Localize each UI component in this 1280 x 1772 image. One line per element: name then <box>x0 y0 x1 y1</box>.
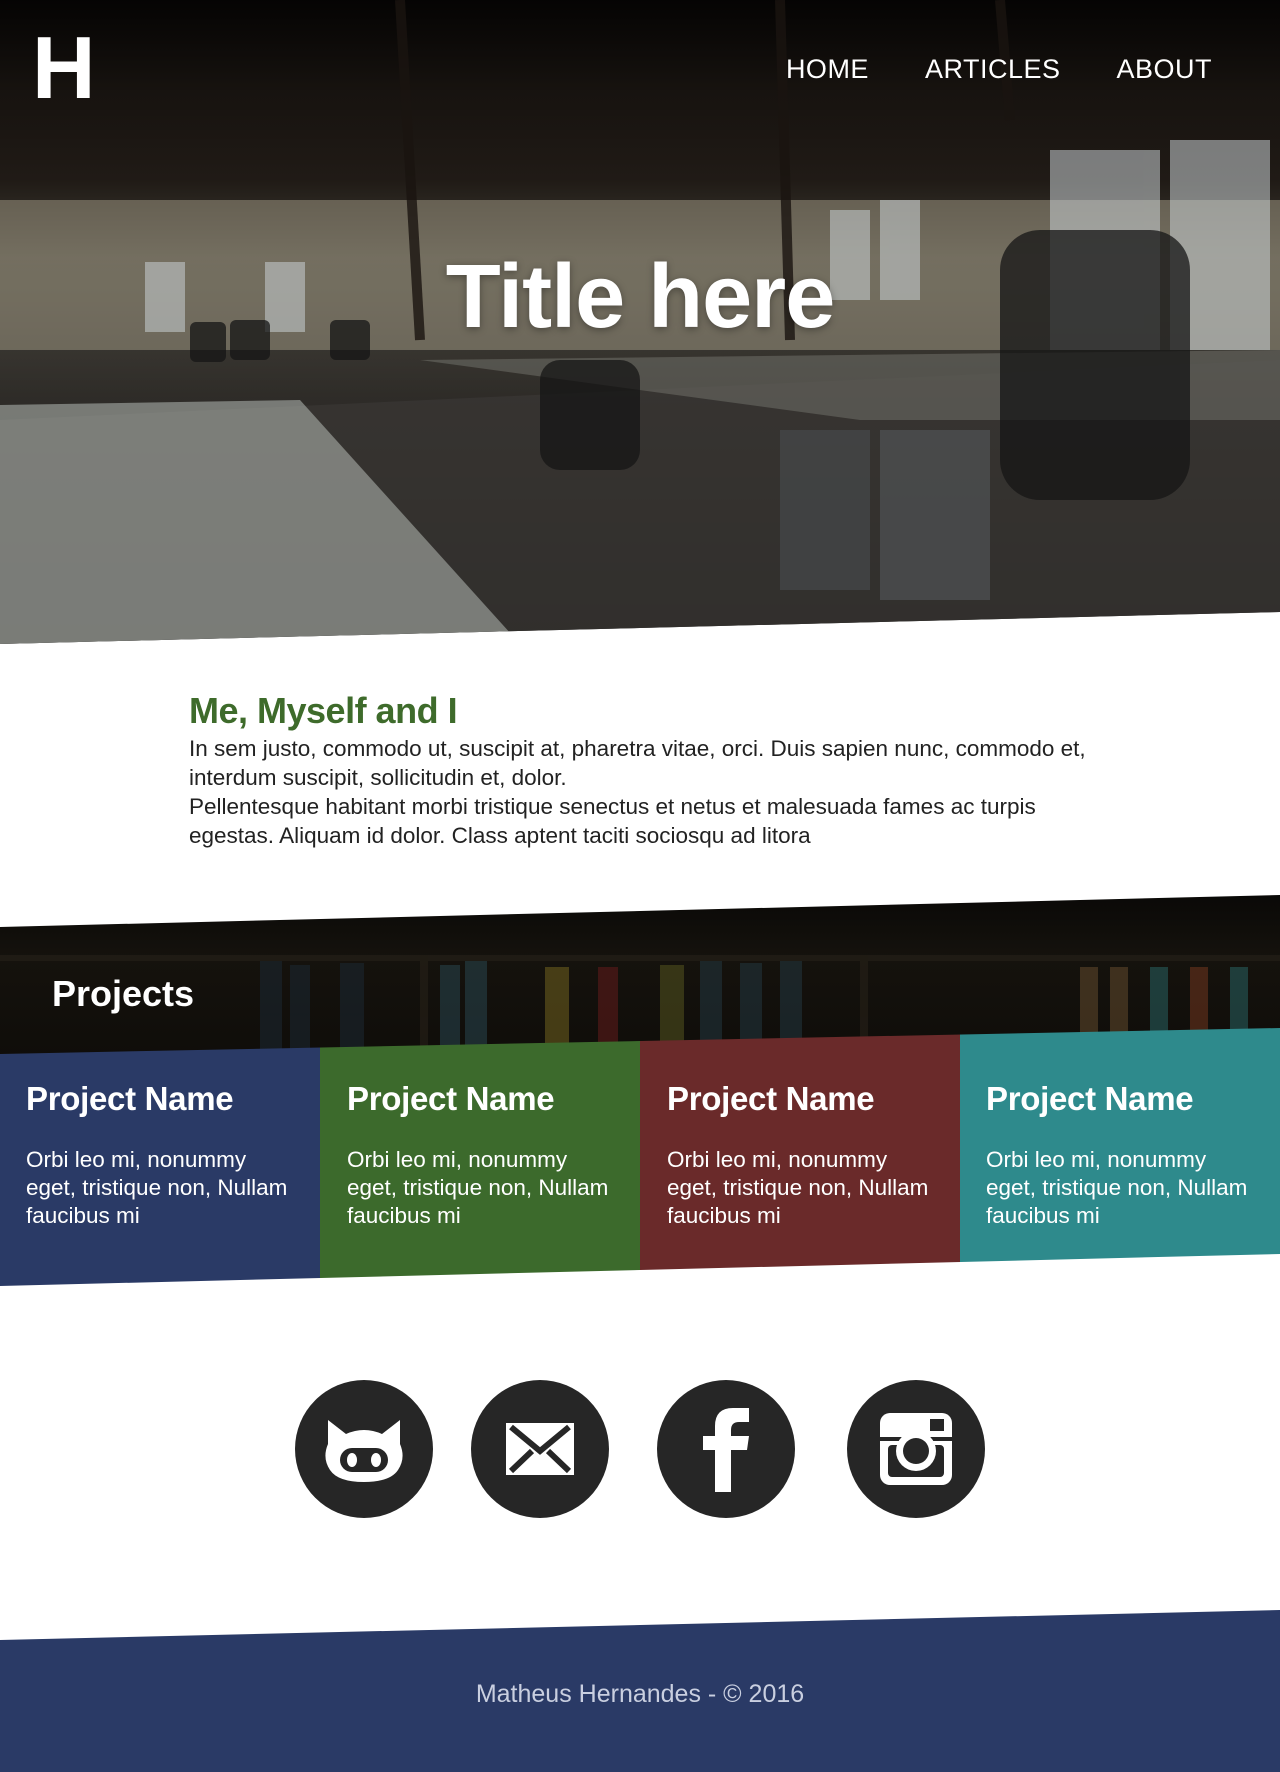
project-description: Orbi leo mi, nonummy eget, tristique non… <box>26 1147 288 1228</box>
facebook-icon <box>703 1408 749 1492</box>
main-nav: HOME ARTICLES ABOUT <box>786 54 1212 85</box>
nav-articles-link[interactable]: ARTICLES <box>925 54 1061 85</box>
about-heading: Me, Myself and I <box>189 690 458 731</box>
projects-grid: Project Name Orbi leo mi, nonummy eget, … <box>0 1028 1280 1286</box>
nav-home-link[interactable]: HOME <box>786 54 869 85</box>
nav-about-link[interactable]: ABOUT <box>1116 54 1212 85</box>
social-links <box>0 1380 1280 1518</box>
email-link[interactable] <box>471 1380 609 1518</box>
hero-title: Title here <box>445 247 836 347</box>
mail-icon <box>506 1423 574 1475</box>
facebook-link[interactable] <box>657 1380 795 1518</box>
project-description: Orbi leo mi, nonummy eget, tristique non… <box>667 1147 929 1228</box>
project-description: Orbi leo mi, nonummy eget, tristique non… <box>986 1147 1248 1228</box>
github-icon <box>325 1420 403 1482</box>
about-paragraph-2: Pellentesque habitant morbi tristique se… <box>189 794 1036 848</box>
project-name[interactable]: Project Name <box>347 1080 616 1118</box>
project-name[interactable]: Project Name <box>986 1080 1256 1118</box>
project-name[interactable]: Project Name <box>667 1080 936 1118</box>
footer-copyright: Matheus Hernandes - © 2016 <box>475 1680 805 1708</box>
projects-heading: Projects <box>52 973 195 1014</box>
project-name[interactable]: Project Name <box>26 1080 296 1118</box>
about-paragraph-1: In sem justo, commodo ut, suscipit at, p… <box>189 736 1086 790</box>
github-link[interactable] <box>295 1380 433 1518</box>
about-section: Me, Myself and I In sem justo, commodo u… <box>189 690 1109 850</box>
project-description: Orbi leo mi, nonummy eget, tristique non… <box>347 1147 609 1228</box>
project-card[interactable]: Project Name Orbi leo mi, nonummy eget, … <box>960 1028 1280 1286</box>
project-card[interactable]: Project Name Orbi leo mi, nonummy eget, … <box>0 1028 320 1286</box>
site-logo[interactable]: H <box>32 24 96 112</box>
project-card[interactable]: Project Name Orbi leo mi, nonummy eget, … <box>640 1028 960 1286</box>
hero-section: H HOME ARTICLES ABOUT Title here <box>0 0 1280 644</box>
instagram-icon <box>880 1413 952 1485</box>
project-card[interactable]: Project Name Orbi leo mi, nonummy eget, … <box>320 1028 640 1286</box>
instagram-link[interactable] <box>847 1380 985 1518</box>
